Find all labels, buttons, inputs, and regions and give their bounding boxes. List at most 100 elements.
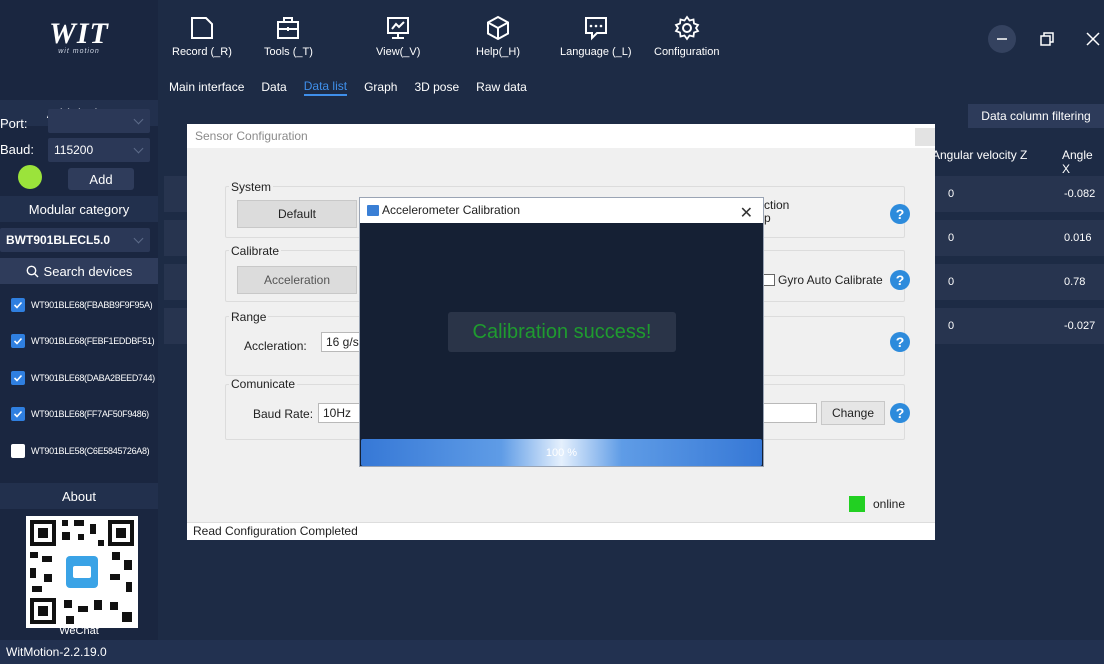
device-checkbox[interactable] xyxy=(11,298,25,312)
baud-value: 115200 xyxy=(54,143,94,157)
record-menu-label: Record (_R) xyxy=(172,46,232,58)
view-menu-label: View(_V) xyxy=(376,46,421,58)
module-select[interactable]: BWT901BLECL5.0 xyxy=(0,228,150,252)
dialog-close-button[interactable] xyxy=(915,128,935,146)
calibration-title: Accelerometer Calibration xyxy=(382,203,521,217)
table-cell: 0.78 xyxy=(1064,276,1086,288)
tab-data[interactable]: Data xyxy=(261,80,286,94)
change-button[interactable]: Change xyxy=(821,401,885,425)
gear-icon xyxy=(674,15,700,41)
wechat-label: WeChat xyxy=(59,625,99,637)
folder-icon xyxy=(190,17,213,39)
calibration-title-bar: Accelerometer Calibration ✕ xyxy=(360,198,763,223)
device-checkbox[interactable] xyxy=(11,334,25,348)
acceleration-calibrate-button[interactable]: Acceleration xyxy=(237,266,357,294)
tab-3d-pose[interactable]: 3D pose xyxy=(414,80,459,94)
device-item[interactable]: WT901BLE68(FEBF1EDDBF51) xyxy=(11,331,155,351)
gyro-auto-calibrate-label: Gyro Auto Calibrate xyxy=(778,273,883,287)
close-icon xyxy=(1086,32,1100,46)
device-checkbox[interactable] xyxy=(11,371,25,385)
dialog-title: Sensor Configuration xyxy=(195,129,308,143)
device-name: WT901BLE68(DABA2BEED744) xyxy=(31,373,155,383)
table-row[interactable]: 0 -0.027 xyxy=(934,308,1104,344)
table-cell: 0 xyxy=(948,276,955,288)
baud-select[interactable]: 115200 xyxy=(48,138,150,162)
acceleration-range-label: Accleration: xyxy=(244,339,307,353)
help-menu[interactable]: Help(_H) xyxy=(476,14,520,58)
table-cell: -0.027 xyxy=(1064,320,1096,332)
calibrate-group-label: Calibrate xyxy=(229,244,282,258)
view-menu[interactable]: View(_V) xyxy=(376,14,420,58)
language-menu[interactable]: Language (_L) xyxy=(560,14,632,58)
tab-main-interface[interactable]: Main interface xyxy=(169,80,244,94)
tab-graph[interactable]: Graph xyxy=(364,80,397,94)
table-cell: 0 xyxy=(948,232,955,244)
help-icon[interactable]: ? xyxy=(890,332,910,352)
toolbox-icon xyxy=(277,17,300,39)
configuration-menu-label: Configuration xyxy=(654,46,720,58)
baud-rate-input[interactable] xyxy=(763,403,817,423)
device-item[interactable]: WT901BLE58(C6E5845726A8) xyxy=(11,441,150,461)
system-group-label: System xyxy=(229,180,274,194)
table-cell: 0.016 xyxy=(1064,232,1092,244)
configuration-menu[interactable]: Configuration xyxy=(654,14,719,58)
column-header: Angular velocity Z xyxy=(932,148,1028,162)
column-header: Angle X xyxy=(1062,148,1093,176)
device-item[interactable]: WT901BLE68(FBABB9F9F95A) xyxy=(11,295,153,315)
about-header: About xyxy=(0,483,158,509)
table-cell: -0.082 xyxy=(1064,188,1096,200)
restore-button[interactable] xyxy=(1032,24,1062,54)
table-row[interactable]: 0 0.78 xyxy=(934,264,1104,300)
baud-rate-label: Baud Rate: xyxy=(253,407,314,421)
app-logo: WIT wit motion xyxy=(0,0,158,74)
tools-menu-label: Tools (_T) xyxy=(264,46,313,58)
modular-category-header: Modular category xyxy=(0,196,158,222)
progress-text: 100 % xyxy=(545,446,578,459)
help-icon[interactable]: ? xyxy=(890,270,910,290)
communicate-group-label: Comunicate xyxy=(229,377,298,391)
device-name: WT901BLE68(FBABB9F9F95A) xyxy=(31,300,153,310)
tab-bar: Main interface Data Data list Graph 3D p… xyxy=(158,76,1104,98)
close-window-button[interactable] xyxy=(1078,24,1104,54)
system-partial-label: p xyxy=(764,211,771,225)
left-sidebar: WIT wit motion Add device Port: Baud: 11… xyxy=(0,0,158,640)
range-group-label: Range xyxy=(229,310,269,324)
table-row[interactable]: 0 -0.082 xyxy=(934,176,1104,212)
port-select[interactable] xyxy=(48,109,150,133)
gyro-auto-calibrate-checkbox[interactable] xyxy=(763,274,775,286)
config-status-bar: Read Configuration Completed xyxy=(187,522,935,540)
baud-rate-select[interactable]: 10Hz xyxy=(318,403,360,423)
help-menu-label: Help(_H) xyxy=(476,46,521,58)
record-menu[interactable]: Record (_R) xyxy=(172,14,232,58)
online-label: online xyxy=(873,497,906,511)
minimize-button[interactable] xyxy=(987,24,1017,54)
data-column-filtering-button[interactable]: Data column filtering xyxy=(968,104,1104,128)
device-checkbox[interactable] xyxy=(11,444,25,458)
tab-raw-data[interactable]: Raw data xyxy=(476,80,527,94)
device-checkbox[interactable] xyxy=(11,407,25,421)
chevron-down-icon xyxy=(133,143,144,154)
language-menu-label: Language (_L) xyxy=(560,46,632,58)
table-cell: 0 xyxy=(948,320,955,332)
device-item[interactable]: WT901BLE68(DABA2BEED744) xyxy=(11,368,155,388)
close-icon[interactable]: ✕ xyxy=(740,201,753,226)
acceleration-range-select[interactable]: 16 g/s xyxy=(321,332,361,352)
chat-icon xyxy=(584,17,607,41)
check-icon xyxy=(13,410,23,418)
restore-icon xyxy=(1040,32,1054,46)
table-row[interactable]: 0 0.016 xyxy=(934,220,1104,256)
tab-data-list[interactable]: Data list xyxy=(303,79,348,96)
help-icon[interactable]: ? xyxy=(890,204,910,224)
help-icon[interactable]: ? xyxy=(890,403,910,423)
add-button[interactable]: Add xyxy=(68,168,134,190)
dialog-title-bar: Sensor Configuration xyxy=(187,124,935,148)
online-indicator xyxy=(849,496,865,512)
table-cell: 0 xyxy=(948,188,955,200)
search-devices-button[interactable]: Search devices xyxy=(0,258,158,284)
default-button[interactable]: Default xyxy=(237,200,357,228)
minimize-icon xyxy=(988,25,1016,53)
logo-text: WIT xyxy=(49,16,109,50)
device-name: WT901BLE68(FEBF1EDDBF51) xyxy=(31,336,155,346)
device-item[interactable]: WT901BLE68(FF7AF50F9486) xyxy=(11,404,149,424)
tools-menu[interactable]: Tools (_T) xyxy=(264,14,313,58)
